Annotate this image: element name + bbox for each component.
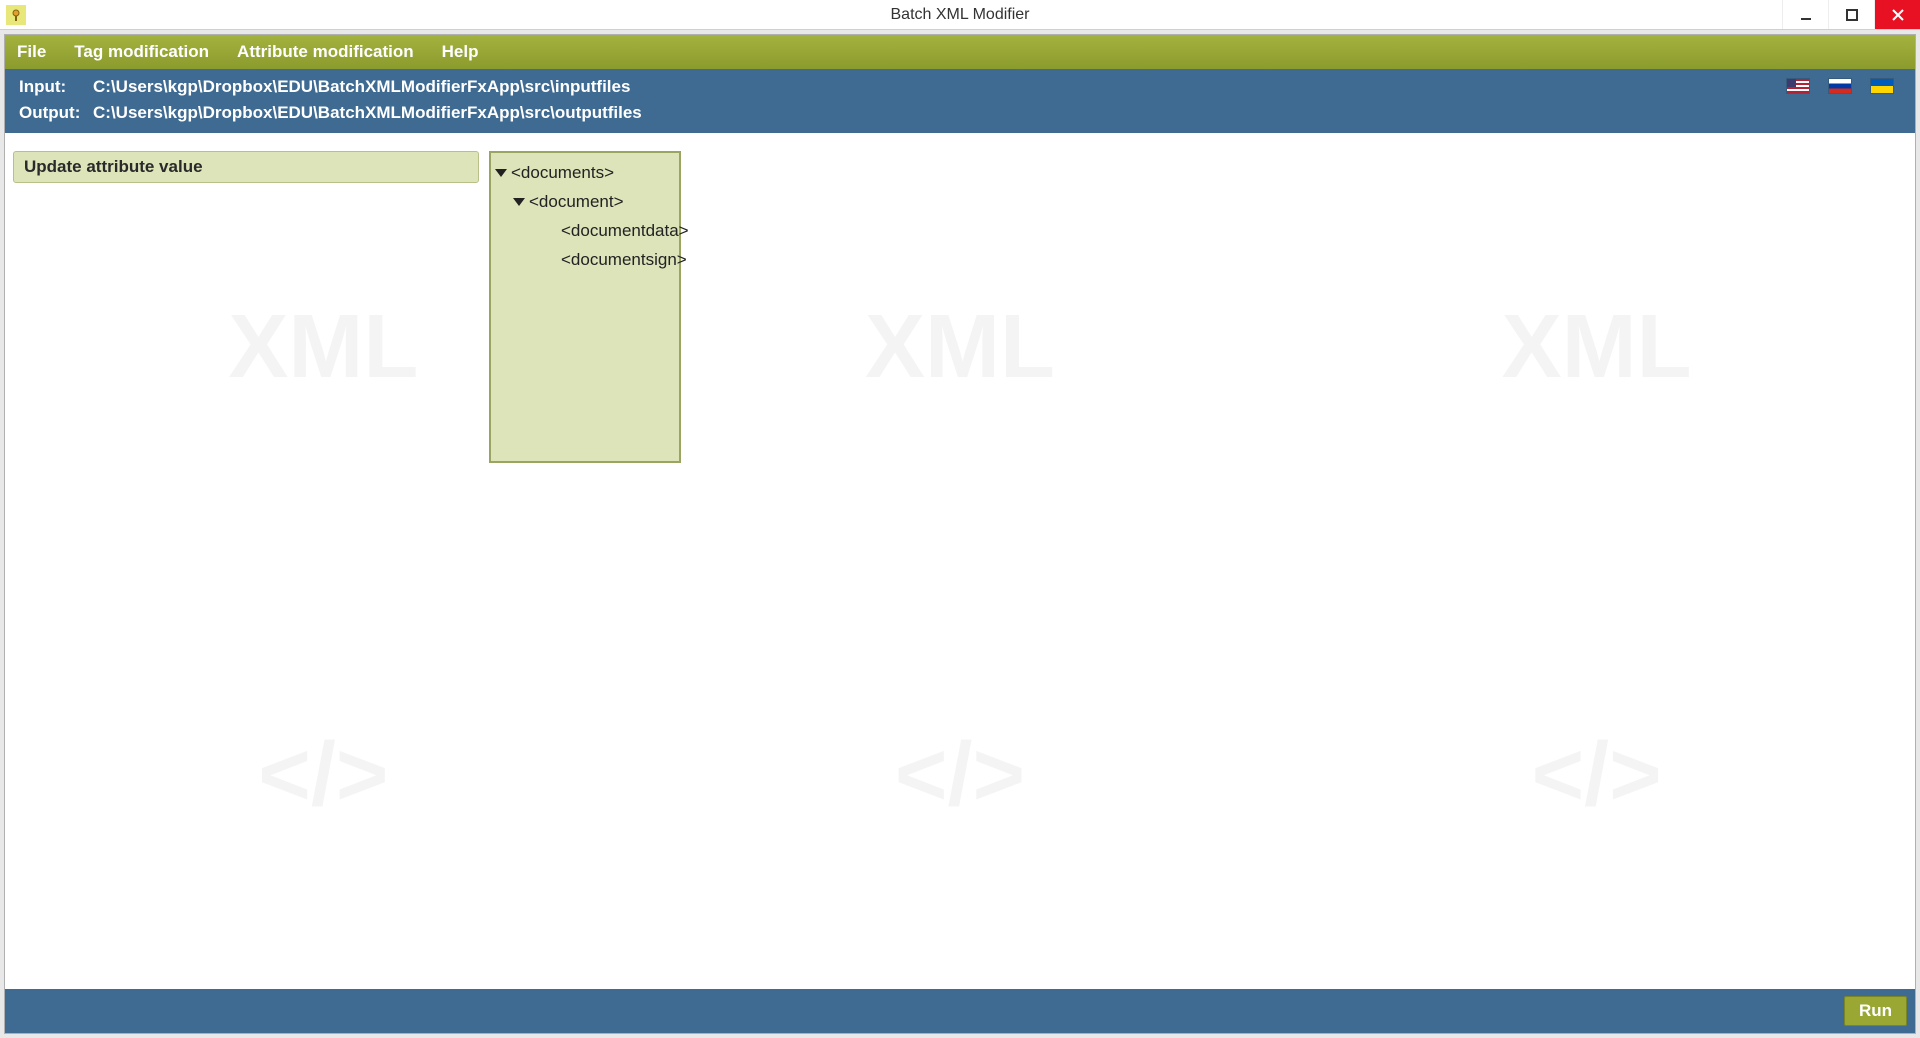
tree-node-documentsign[interactable]: <documentsign> xyxy=(495,246,675,275)
close-button[interactable] xyxy=(1874,0,1920,29)
tree-node-document[interactable]: <document> xyxy=(495,188,675,217)
chevron-down-icon[interactable] xyxy=(513,198,525,206)
flag-us-icon[interactable] xyxy=(1787,79,1809,93)
input-path-row: Input: C:\Users\kgp\Dropbox\EDU\BatchXML… xyxy=(19,77,642,97)
language-flags xyxy=(1787,77,1901,93)
flag-ua-icon[interactable] xyxy=(1871,79,1893,93)
update-attribute-header[interactable]: Update attribute value xyxy=(13,151,479,183)
xml-tree[interactable]: <documents> <document> <documentdata> <d… xyxy=(489,151,681,463)
footer: Run xyxy=(5,989,1915,1033)
tree-node-label: <documentsign> xyxy=(561,246,687,275)
app-icon xyxy=(6,5,26,25)
menu-help[interactable]: Help xyxy=(442,42,479,62)
window-controls xyxy=(1782,0,1920,29)
main-area: XMLXMLXML </></></> Update attribute val… xyxy=(5,133,1915,989)
menu-file[interactable]: File xyxy=(17,42,46,62)
output-path: C:\Users\kgp\Dropbox\EDU\BatchXMLModifie… xyxy=(93,103,642,123)
left-panel: Update attribute value xyxy=(13,151,479,981)
output-label: Output: xyxy=(19,103,91,123)
menu-tag-modification[interactable]: Tag modification xyxy=(74,42,209,62)
tree-node-label: <document> xyxy=(529,188,624,217)
flag-ru-icon[interactable] xyxy=(1829,79,1851,93)
menu-attribute-modification[interactable]: Attribute modification xyxy=(237,42,414,62)
minimize-button[interactable] xyxy=(1782,0,1828,29)
run-button[interactable]: Run xyxy=(1844,996,1907,1026)
window-titlebar: Batch XML Modifier xyxy=(0,0,1920,30)
tree-node-label: <documentdata> xyxy=(561,217,689,246)
input-path: C:\Users\kgp\Dropbox\EDU\BatchXMLModifie… xyxy=(93,77,630,97)
chevron-down-icon[interactable] xyxy=(495,169,507,177)
pathbar: Input: C:\Users\kgp\Dropbox\EDU\BatchXML… xyxy=(5,69,1915,133)
tree-node-label: <documents> xyxy=(511,159,614,188)
input-label: Input: xyxy=(19,77,91,97)
app-frame: File Tag modification Attribute modifica… xyxy=(4,34,1916,1034)
tree-node-documents[interactable]: <documents> xyxy=(495,159,675,188)
output-path-row: Output: C:\Users\kgp\Dropbox\EDU\BatchXM… xyxy=(19,103,642,123)
maximize-button[interactable] xyxy=(1828,0,1874,29)
tree-node-documentdata[interactable]: <documentdata> xyxy=(495,217,675,246)
menubar: File Tag modification Attribute modifica… xyxy=(5,35,1915,69)
window-title: Batch XML Modifier xyxy=(890,6,1029,24)
